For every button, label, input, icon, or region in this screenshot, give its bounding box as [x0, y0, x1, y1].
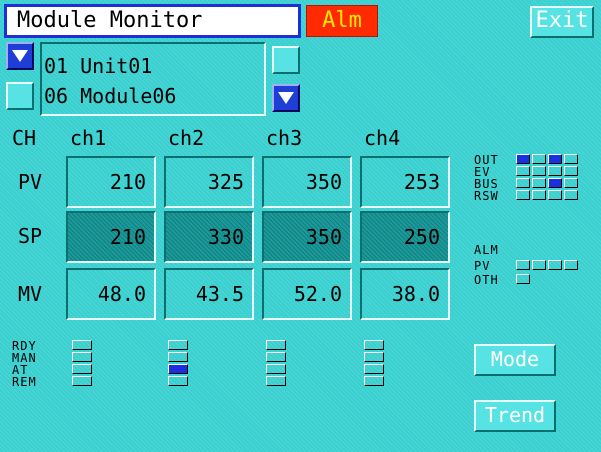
status-indicator	[168, 364, 188, 374]
list-aux-button[interactable]	[6, 82, 34, 110]
pv-value-ch1: 210	[66, 156, 156, 208]
status-indicator	[364, 352, 384, 362]
row-label-mv: MV	[18, 282, 43, 306]
io-indicator	[548, 178, 562, 188]
mv-value-ch3[interactable]: 52.0	[262, 268, 352, 320]
status-indicator	[72, 364, 92, 374]
status-indicator	[266, 352, 286, 362]
channel-header: ch3	[266, 126, 303, 150]
mv-value-ch1[interactable]: 48.0	[66, 268, 156, 320]
module-name: Unit01	[80, 54, 153, 78]
io-indicator	[548, 190, 562, 200]
channel-header: ch1	[70, 126, 107, 150]
channel-header: ch4	[364, 126, 401, 150]
window-title: Module Monitor	[4, 4, 301, 38]
scroll-down-button[interactable]	[272, 84, 300, 112]
mode-button[interactable]: Mode	[474, 344, 556, 376]
module-number: 06	[44, 84, 69, 108]
status-indicator	[72, 352, 92, 362]
io-indicator	[532, 178, 546, 188]
row-label-sp: SP	[18, 224, 43, 248]
mv-value-ch4[interactable]: 38.0	[360, 268, 450, 320]
list-item[interactable]: 06 Module06	[44, 84, 176, 108]
status-indicator	[168, 376, 188, 386]
exit-button[interactable]: Exit	[530, 6, 594, 38]
io-indicator	[564, 260, 578, 270]
io-indicator	[564, 178, 578, 188]
status-indicator	[168, 352, 188, 362]
scroll-up-button[interactable]	[6, 42, 34, 70]
pv-value-ch2: 325	[164, 156, 254, 208]
io-indicator	[532, 166, 546, 176]
module-list: 01 Unit01 06 Module06	[40, 42, 266, 116]
sp-value-ch1[interactable]: 210	[66, 211, 156, 263]
sp-value-ch2[interactable]: 330	[164, 211, 254, 263]
io-indicator	[516, 166, 530, 176]
io-indicator	[516, 190, 530, 200]
pv-value-ch3: 350	[262, 156, 352, 208]
status-indicator	[72, 376, 92, 386]
io-indicator	[548, 260, 562, 270]
io-indicator	[548, 154, 562, 164]
io-indicator	[532, 154, 546, 164]
alarm-pv-label: PV	[474, 259, 491, 273]
list-aux-button[interactable]	[272, 46, 300, 74]
io-indicator	[564, 154, 578, 164]
module-name: Module06	[80, 84, 177, 108]
io-indicator	[548, 166, 562, 176]
rsw-label: RSW	[474, 189, 499, 203]
triangle-down-icon	[12, 50, 28, 62]
status-indicator	[266, 376, 286, 386]
alarm-indicator[interactable]: Alm	[306, 5, 378, 37]
channel-header: ch2	[168, 126, 205, 150]
sp-value-ch4[interactable]: 250	[360, 211, 450, 263]
io-indicator	[516, 154, 530, 164]
module-number: 01	[44, 54, 69, 78]
ch-header: CH	[12, 126, 37, 150]
status-indicator	[364, 364, 384, 374]
list-item[interactable]: 01 Unit01	[44, 54, 152, 78]
status-indicator	[168, 340, 188, 350]
io-indicator	[532, 260, 546, 270]
mv-value-ch2[interactable]: 43.5	[164, 268, 254, 320]
io-indicator	[516, 274, 530, 284]
status-indicator	[72, 340, 92, 350]
status-indicator	[364, 376, 384, 386]
io-indicator	[516, 260, 530, 270]
trend-button[interactable]: Trend	[474, 400, 556, 432]
io-indicator	[564, 166, 578, 176]
pv-value-ch4: 253	[360, 156, 450, 208]
status-indicator	[364, 340, 384, 350]
io-indicator	[532, 190, 546, 200]
status-indicator	[266, 340, 286, 350]
status-indicator	[266, 364, 286, 374]
oth-label: OTH	[474, 273, 499, 287]
status-label-rem: REM	[12, 375, 37, 389]
row-label-pv: PV	[18, 170, 43, 194]
io-indicator	[564, 190, 578, 200]
sp-value-ch3[interactable]: 350	[262, 211, 352, 263]
io-indicator	[516, 178, 530, 188]
triangle-down-icon	[278, 92, 294, 104]
alm-label: ALM	[474, 243, 499, 257]
